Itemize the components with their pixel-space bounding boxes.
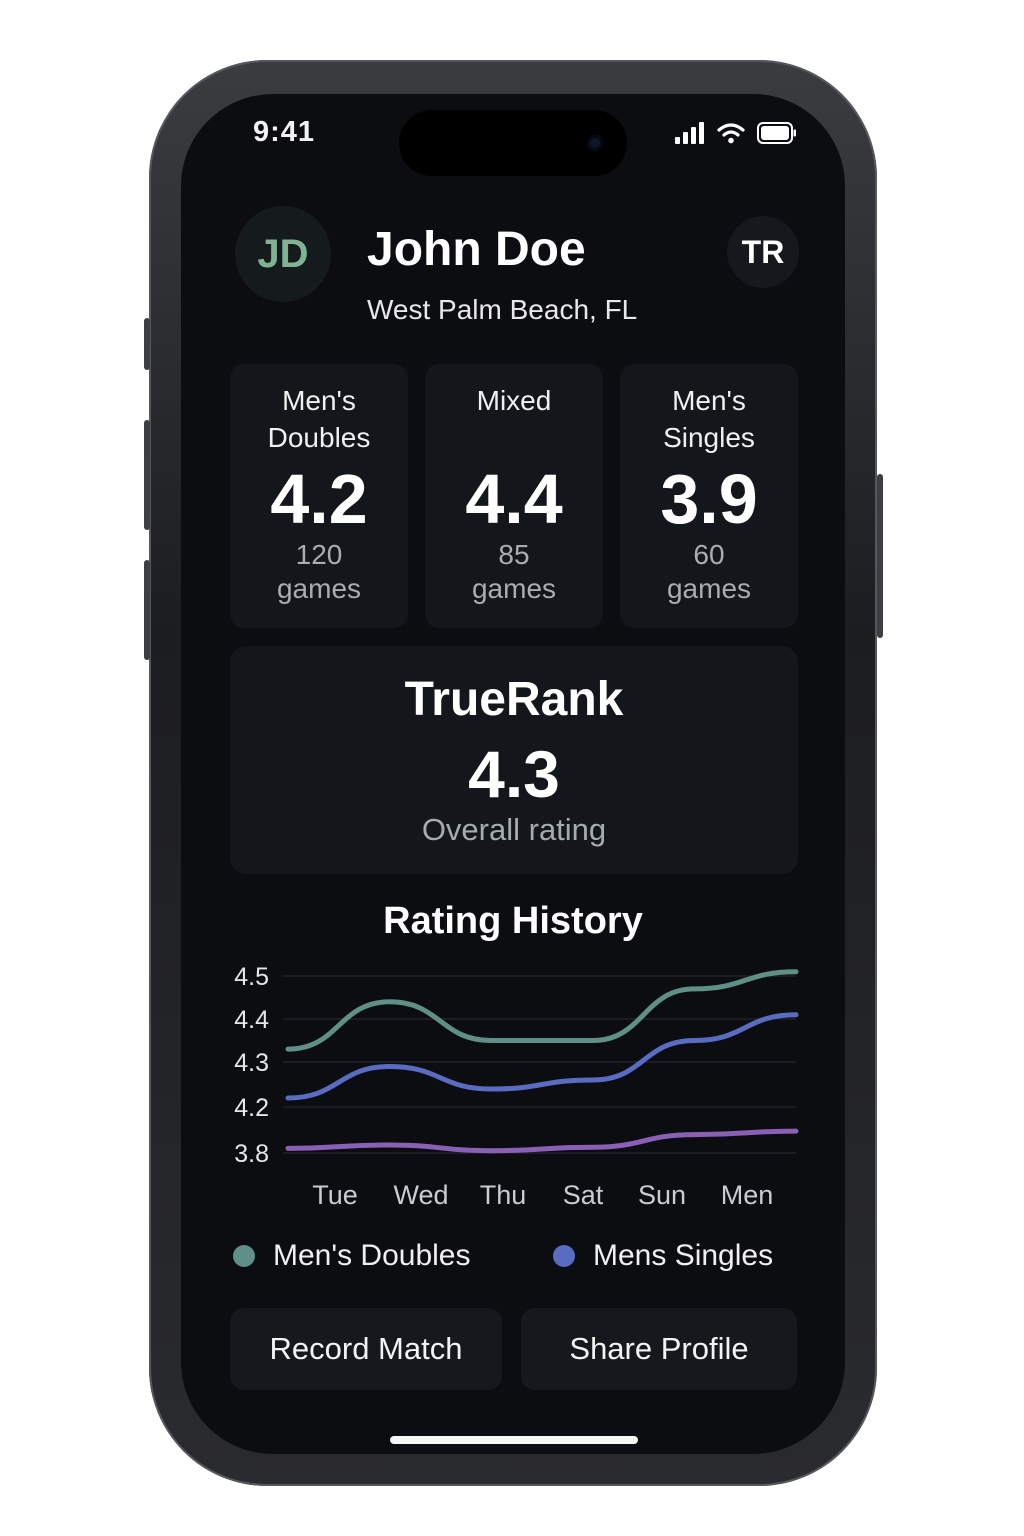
truerank-badge[interactable]: TR bbox=[727, 216, 799, 288]
truerank-subtitle: Overall rating bbox=[421, 812, 607, 847]
series-line-2 bbox=[285, 1128, 799, 1154]
games-count: 85 bbox=[498, 539, 530, 570]
status-time: 9:41 bbox=[253, 116, 316, 148]
app-screen: 9:41 JD John Doe West Palm Beach, FL TR … bbox=[181, 94, 845, 1454]
card-title: Mixed bbox=[425, 382, 603, 419]
card-title-line1: Men's bbox=[282, 385, 356, 416]
x-tick-label: Tue bbox=[312, 1180, 358, 1210]
legend-item-mens-doubles: Men's Doubles bbox=[233, 1239, 471, 1273]
games-label: games bbox=[666, 573, 752, 604]
rating-card-mens-doubles[interactable]: Men's Doubles 4.2 120 games bbox=[230, 364, 408, 628]
x-tick-label: Men bbox=[721, 1180, 774, 1210]
status-icons bbox=[675, 122, 797, 144]
chart-legend: Men's Doubles Mens Singles bbox=[233, 1239, 803, 1279]
card-title-line1: Mixed bbox=[476, 385, 552, 416]
share-profile-button[interactable]: Share Profile bbox=[521, 1308, 797, 1390]
card-games: 60 games bbox=[620, 538, 798, 606]
games-count: 60 bbox=[693, 539, 725, 570]
avatar[interactable]: JD bbox=[235, 206, 331, 302]
card-title: Men's Singles bbox=[620, 382, 798, 456]
series-line-1 bbox=[285, 1012, 799, 1101]
card-games: 85 games bbox=[425, 538, 603, 606]
power-button bbox=[877, 474, 883, 638]
card-rating-value: 4.2 bbox=[270, 460, 368, 538]
rating-cards: Men's Doubles 4.2 120 games Mixed 4.4 85… bbox=[230, 364, 798, 628]
card-rating-value: 3.9 bbox=[660, 460, 758, 538]
battery-icon bbox=[757, 122, 796, 144]
card-games: 120 games bbox=[230, 538, 408, 606]
x-tick-label: Thu bbox=[480, 1180, 527, 1210]
truerank-title: TrueRank bbox=[404, 673, 624, 726]
truerank-card[interactable]: TrueRank 4.3 Overall rating bbox=[230, 646, 798, 874]
volume-up-button bbox=[144, 420, 150, 530]
record-match-button[interactable]: Record Match bbox=[230, 1308, 502, 1390]
home-indicator[interactable] bbox=[390, 1436, 638, 1444]
rating-card-mens-singles[interactable]: Men's Singles 3.9 60 games bbox=[620, 364, 798, 628]
camera-icon bbox=[587, 135, 603, 151]
rating-history-chart: 4.5 4.4 4.3 4.2 3.8 Tue Wed Thu Sat Sun Men bbox=[234, 963, 799, 1210]
rating-card-mixed[interactable]: Mixed 4.4 85 games bbox=[425, 364, 603, 628]
games-label: games bbox=[276, 573, 362, 604]
volume-down-button bbox=[144, 560, 150, 660]
profile-name: John Doe bbox=[367, 223, 586, 276]
rating-history-title: Rating History bbox=[383, 900, 643, 942]
legend-item-mens-singles: Mens Singles bbox=[553, 1239, 773, 1273]
legend-label: Mens Singles bbox=[593, 1239, 774, 1272]
profile-location: West Palm Beach, FL bbox=[367, 294, 638, 325]
card-title-line2: Singles bbox=[663, 422, 755, 453]
card-title-line1: Men's bbox=[672, 385, 746, 416]
legend-label: Men's Doubles bbox=[273, 1239, 471, 1272]
x-tick-label: Sun bbox=[638, 1180, 686, 1210]
card-title: Men's Doubles bbox=[230, 382, 408, 456]
signal-icon bbox=[675, 122, 704, 144]
games-label: games bbox=[471, 573, 557, 604]
y-tick-label: 4.5 bbox=[234, 963, 269, 991]
dynamic-island bbox=[399, 110, 627, 176]
card-title-line2: Doubles bbox=[267, 422, 371, 453]
card-rating-value: 4.4 bbox=[465, 460, 563, 538]
y-tick-label: 4.3 bbox=[234, 1049, 269, 1077]
x-tick-label: Wed bbox=[393, 1180, 448, 1210]
x-tick-label: Sat bbox=[563, 1180, 604, 1210]
y-tick-label: 4.2 bbox=[234, 1094, 269, 1122]
legend-dot bbox=[553, 1245, 575, 1267]
legend-dot bbox=[233, 1245, 255, 1267]
truerank-value: 4.3 bbox=[468, 737, 560, 811]
y-tick-label: 3.8 bbox=[234, 1140, 269, 1168]
games-count: 120 bbox=[295, 539, 343, 570]
wifi-icon bbox=[717, 123, 745, 144]
action-button bbox=[144, 318, 150, 370]
y-tick-label: 4.4 bbox=[234, 1006, 269, 1034]
